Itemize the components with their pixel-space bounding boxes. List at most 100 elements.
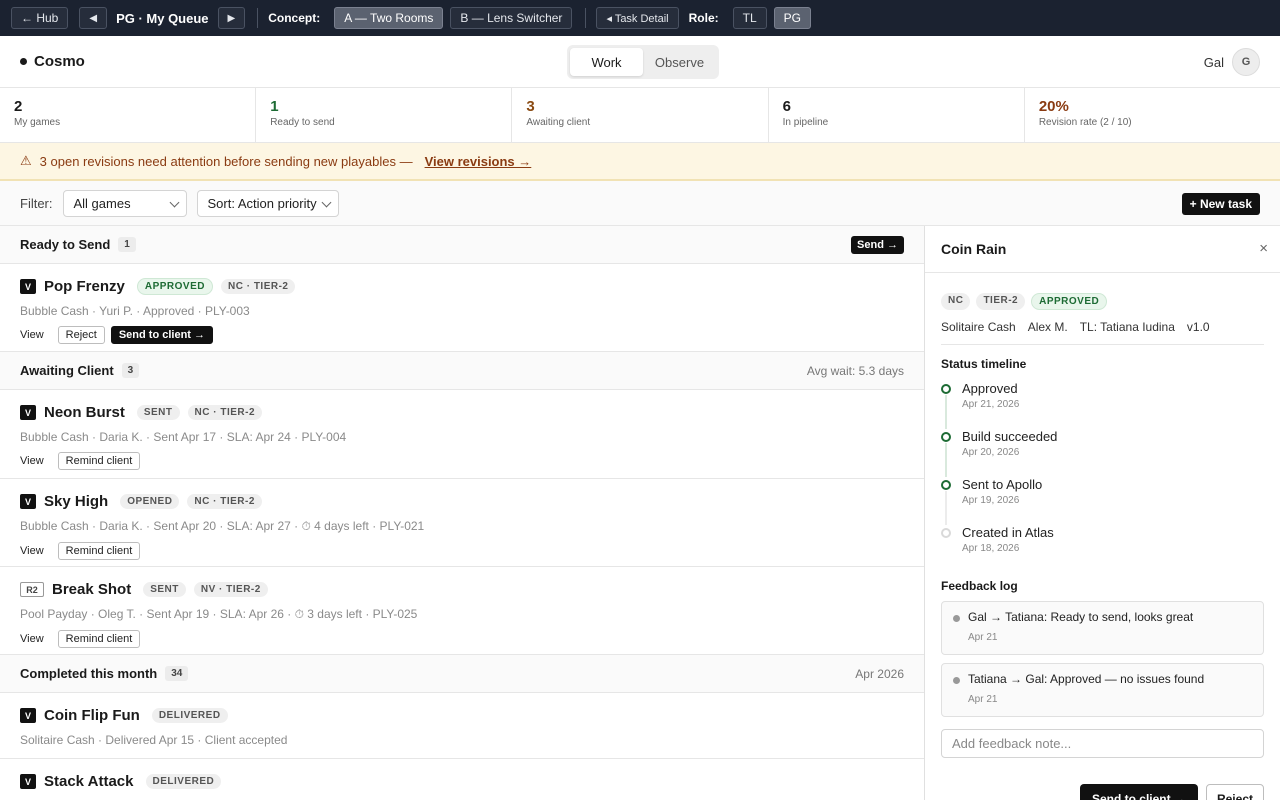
remind-client-button[interactable]: Remind client: [57, 452, 141, 470]
mode-work-tab[interactable]: Work: [570, 48, 643, 76]
bullet-icon: [953, 615, 960, 622]
concept-a-button[interactable]: A — Two Rooms: [334, 7, 444, 29]
section-count: 3: [121, 363, 140, 378]
section-awaiting-client: Awaiting Client 3 Avg wait: 5.3 days: [0, 352, 924, 390]
concept-b-button[interactable]: B — Lens Switcher: [450, 7, 573, 29]
stat-value: 6: [782, 98, 791, 115]
filter-bar: Filter: All games Sort: Action priority …: [0, 181, 1280, 226]
task-row-pop-frenzy[interactable]: V Pop Frenzy APPROVED NC · TIER-2 Bubble…: [0, 264, 924, 352]
game-filter-select[interactable]: All games: [62, 189, 187, 217]
task-row-sky-high[interactable]: V Sky High OPENED NC · TIER-2 Bubble Cas…: [0, 479, 924, 567]
task-meta: Solitaire Cash · Delivered Apr 15 · Clie…: [20, 733, 288, 747]
task-name: Sky High: [44, 493, 109, 510]
role-pg-button[interactable]: PG: [773, 7, 811, 29]
section-title: Completed this month: [20, 666, 158, 681]
stat-my-games[interactable]: 2 My games: [0, 88, 257, 142]
divider: [257, 8, 259, 28]
tier-badge: NC · TIER-2: [187, 405, 263, 420]
status-timeline: Approved Apr 21, 2026 Build succeeded Ap…: [941, 381, 1264, 573]
panel-tags: NC TIER-2 APPROVED: [941, 293, 1264, 310]
panel-header: Coin Rain ×: [925, 226, 1280, 273]
status-badge: SENT: [143, 582, 186, 597]
timeline-event: Created in Atlas: [962, 525, 1054, 540]
status-badge: APPROVED: [1031, 293, 1108, 310]
revisions-alert: ⚠ 3 open revisions need attention before…: [0, 143, 1280, 181]
task-row-neon-burst[interactable]: V Neon Burst SENT NC · TIER-2 Bubble Cas…: [0, 390, 924, 479]
info-tl: TL: Tatiana Iudina: [1079, 320, 1175, 334]
info-version: v1.0: [1186, 320, 1210, 334]
stat-revision-rate[interactable]: 20% Revision rate (2 / 10): [1025, 88, 1280, 142]
task-detail-button[interactable]: ◂ Task Detail: [596, 7, 679, 29]
new-task-button[interactable]: + New task: [1181, 193, 1260, 215]
feedback-input[interactable]: Add feedback note...: [941, 729, 1264, 758]
status-badge: SENT: [136, 405, 180, 420]
remind-client-button[interactable]: Remind client: [57, 542, 141, 560]
avg-wait: Avg wait: 5.3 days: [806, 363, 904, 378]
warning-icon: ⚠: [20, 153, 32, 168]
divider: [585, 8, 587, 28]
stat-in-pipeline[interactable]: 6 In pipeline: [769, 88, 1025, 142]
timeline-connector: [945, 443, 947, 477]
task-row-stack-attack[interactable]: V Stack Attack DELIVERED: [0, 759, 924, 800]
brand: Cosmo: [20, 53, 85, 70]
user-menu[interactable]: Gal G: [1204, 48, 1260, 76]
view-button[interactable]: View: [20, 631, 52, 647]
stat-awaiting-client[interactable]: 3 Awaiting client: [512, 88, 769, 142]
view-button[interactable]: View: [20, 327, 52, 343]
panel-actions: Send to client → Reject: [1079, 784, 1264, 800]
tier-badge: NC · TIER-2: [220, 279, 296, 294]
alert-text: 3 open revisions need attention before s…: [39, 153, 413, 169]
view-revisions-link[interactable]: View revisions →: [425, 154, 532, 169]
timeline-dot-icon: [941, 528, 951, 538]
app-header: Cosmo Work Observe Gal G: [0, 36, 1280, 88]
send-all-button[interactable]: Send →: [851, 235, 904, 254]
feedback-text: Tatiana → Gal: Approved — no issues foun…: [968, 672, 1205, 686]
send-to-client-button[interactable]: Send to client →: [110, 326, 214, 344]
timeline-item: Approved Apr 21, 2026: [941, 381, 1264, 429]
tier-badge: NC · TIER-2: [187, 494, 262, 509]
avatar[interactable]: G: [1232, 48, 1260, 76]
view-button[interactable]: View: [20, 543, 52, 559]
task-meta: Bubble Cash · Yuri P. · Approved · PLY-0…: [20, 304, 250, 318]
task-row-coin-flip-fun[interactable]: V Coin Flip Fun DELIVERED Solitaire Cash…: [0, 693, 924, 759]
status-badge: APPROVED: [136, 278, 213, 295]
feedback-text: Gal → Tatiana: Ready to send, looks grea…: [968, 610, 1194, 624]
feedback-date: Apr 21: [968, 632, 998, 643]
task-detail-panel: Coin Rain × NC TIER-2 APPROVED Solitaire…: [924, 226, 1280, 800]
task-row-break-shot[interactable]: R2 Break Shot SENT NV · TIER-2 Pool Payd…: [0, 567, 924, 655]
hub-button[interactable]: ← Hub: [11, 7, 69, 29]
chevron-down-icon: [321, 197, 331, 207]
sort-select[interactable]: Sort: Action priority: [196, 189, 339, 217]
version-tag: V: [20, 405, 36, 420]
sort-value: Sort: Action priority: [207, 195, 317, 211]
stat-value: 20%: [1038, 98, 1069, 115]
version-tag: V: [20, 494, 36, 509]
feedback-entry: Tatiana → Gal: Approved — no issues foun…: [941, 663, 1264, 717]
send-to-client-button[interactable]: Send to client →: [1079, 784, 1198, 800]
remind-client-button[interactable]: Remind client: [57, 630, 141, 648]
chevron-down-icon: [169, 197, 179, 207]
close-icon[interactable]: ×: [1259, 240, 1268, 257]
task-name: Neon Burst: [44, 404, 125, 421]
feedback-entry: Gal → Tatiana: Ready to send, looks grea…: [941, 601, 1264, 655]
reject-button[interactable]: Reject: [1205, 784, 1264, 800]
view-button[interactable]: View: [20, 453, 52, 469]
task-meta: Pool Payday · Oleg T. · Sent Apr 19 · SL…: [20, 607, 418, 621]
screen-title: PG · My Queue: [116, 10, 209, 26]
reject-button[interactable]: Reject: [57, 326, 105, 344]
next-screen-button[interactable]: ▶: [217, 7, 246, 29]
timeline-dot-icon: [941, 480, 951, 490]
prev-screen-button[interactable]: ◀: [79, 7, 108, 29]
concept-toolbar: ← Hub ◀ PG · My Queue ▶ Concept: A — Two…: [0, 0, 1280, 36]
game-filter-value: All games: [73, 195, 131, 211]
stat-ready-to-send[interactable]: 1 Ready to send: [256, 88, 513, 142]
version-tag: V: [20, 708, 36, 723]
task-meta: Bubble Cash · Daria K. · Sent Apr 20 · S…: [20, 519, 425, 533]
revision-tag: R2: [20, 582, 44, 597]
mode-observe-tab[interactable]: Observe: [643, 48, 716, 76]
role-tl-button[interactable]: TL: [732, 7, 767, 29]
section-title: Ready to Send: [20, 237, 111, 252]
timeline-connector: [945, 395, 947, 429]
stat-value: 2: [14, 98, 23, 115]
section-count: 1: [118, 237, 136, 252]
